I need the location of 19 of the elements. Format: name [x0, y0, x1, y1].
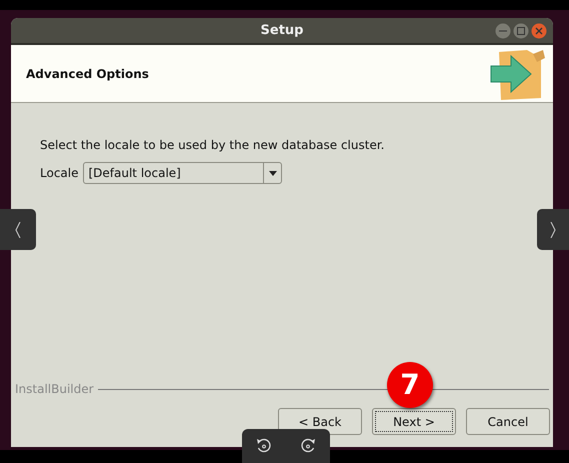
brand-label: InstallBuilder	[15, 381, 94, 398]
cancel-button[interactable]: Cancel	[466, 408, 550, 435]
locale-label: Locale	[40, 165, 78, 182]
chevron-right-icon	[550, 222, 556, 238]
close-icon[interactable]	[531, 23, 547, 39]
minimize-icon[interactable]	[495, 23, 511, 39]
page-heading: Advanced Options	[26, 66, 149, 82]
caret-icon	[268, 170, 277, 176]
next-image-button[interactable]	[537, 209, 569, 250]
rotate-left-icon[interactable]	[256, 438, 272, 454]
rotate-right-icon[interactable]	[300, 438, 316, 454]
instruction-text: Select the locale to be used by the new database cluster.	[40, 137, 386, 154]
locale-dropdown[interactable]: [Default locale]	[83, 162, 282, 184]
box-arrow-icon	[489, 48, 545, 100]
previous-button[interactable]	[0, 209, 36, 250]
window-title: Setup	[260, 22, 304, 40]
next-button[interactable]: Next >	[372, 408, 456, 435]
chevron-left-icon	[15, 222, 21, 238]
maximize-icon[interactable]	[513, 23, 529, 39]
